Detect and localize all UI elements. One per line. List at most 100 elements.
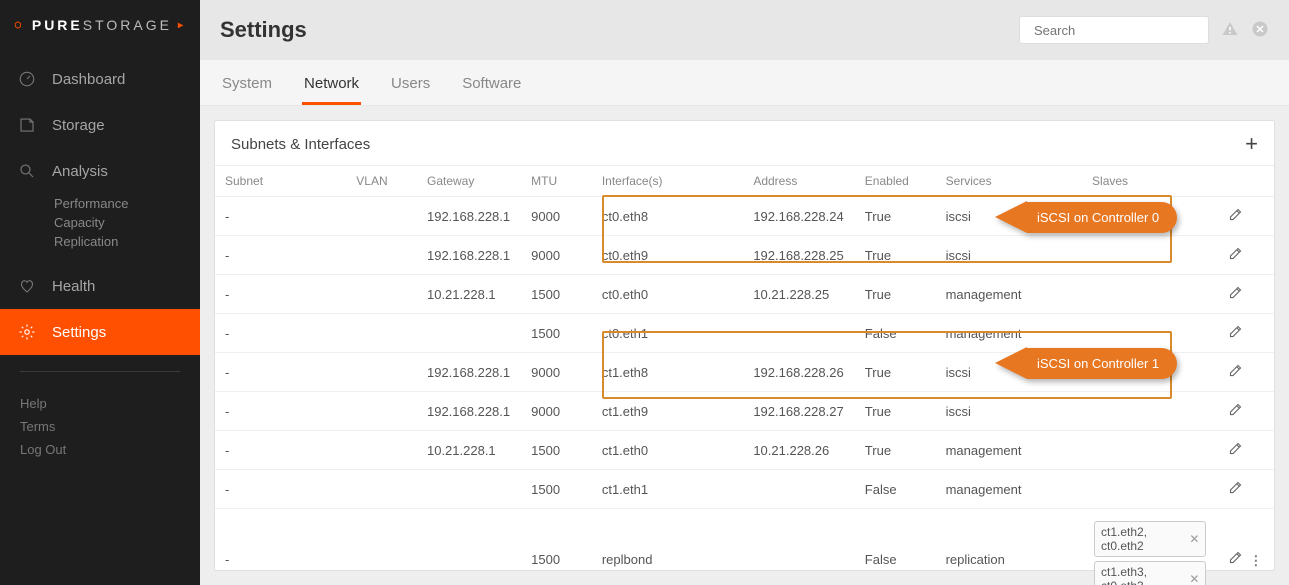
cell-address: 192.168.228.27 bbox=[743, 392, 854, 431]
brand-text-bold: PURE bbox=[32, 17, 83, 33]
cell-mtu: 1500 bbox=[521, 470, 592, 509]
cell-mtu: 9000 bbox=[521, 353, 592, 392]
cell-interface: ct0.eth8 bbox=[592, 197, 743, 236]
gear-icon bbox=[18, 323, 36, 341]
cell-slaves bbox=[1082, 392, 1218, 431]
table-row: -192.168.228.19000ct1.eth8192.168.228.26… bbox=[215, 353, 1274, 392]
cell-services: management bbox=[936, 314, 1082, 353]
search-graph-icon bbox=[18, 162, 36, 180]
cell-vlan bbox=[346, 509, 417, 585]
brand-caret-icon: ▸ bbox=[178, 20, 186, 31]
search-input[interactable] bbox=[1034, 23, 1210, 38]
nav-analysis-performance[interactable]: Performance bbox=[0, 194, 200, 213]
nav-analysis-replication[interactable]: Replication bbox=[0, 232, 200, 251]
col-mtu[interactable]: MTU bbox=[521, 166, 592, 197]
nav-analysis-capacity[interactable]: Capacity bbox=[0, 213, 200, 232]
nav-storage[interactable]: Storage bbox=[0, 102, 200, 148]
table-row: -192.168.228.19000ct1.eth9192.168.228.27… bbox=[215, 392, 1274, 431]
subnets-panel: Subnets & Interfaces + Subnet VLAN Gatew… bbox=[214, 120, 1275, 571]
cell-actions bbox=[1218, 470, 1274, 509]
nav-storage-label: Storage bbox=[52, 117, 105, 134]
cell-subnet: - bbox=[215, 275, 346, 314]
cell-vlan bbox=[346, 236, 417, 275]
cell-address: 192.168.228.25 bbox=[743, 236, 854, 275]
main: Settings System Network Users Software S… bbox=[200, 0, 1289, 585]
cell-gateway: 192.168.228.1 bbox=[417, 236, 521, 275]
cell-interface: replbond bbox=[592, 509, 743, 585]
col-services[interactable]: Services bbox=[936, 166, 1082, 197]
more-icon[interactable]: ⋮ bbox=[1249, 553, 1261, 568]
tab-users[interactable]: Users bbox=[389, 65, 432, 105]
add-button[interactable]: + bbox=[1245, 133, 1258, 155]
cell-slaves bbox=[1082, 275, 1218, 314]
edit-icon[interactable] bbox=[1228, 553, 1243, 568]
nav-analysis[interactable]: Analysis bbox=[0, 148, 200, 194]
cell-gateway bbox=[417, 470, 521, 509]
slave-chip[interactable]: ct1.eth3, ct0.eth3✕ bbox=[1094, 561, 1206, 585]
edit-icon[interactable] bbox=[1228, 249, 1243, 264]
panel-title: Subnets & Interfaces bbox=[231, 136, 370, 153]
cell-slaves bbox=[1082, 431, 1218, 470]
edit-icon[interactable] bbox=[1228, 210, 1243, 225]
footer-logout[interactable]: Log Out bbox=[20, 438, 180, 461]
storage-icon bbox=[18, 116, 36, 134]
alert-icon[interactable] bbox=[1221, 20, 1239, 41]
slave-chip[interactable]: ct1.eth2, ct0.eth2✕ bbox=[1094, 521, 1206, 557]
col-interfaces[interactable]: Interface(s) bbox=[592, 166, 743, 197]
cell-subnet: - bbox=[215, 314, 346, 353]
cell-gateway: 192.168.228.1 bbox=[417, 392, 521, 431]
cell-interface: ct1.eth1 bbox=[592, 470, 743, 509]
cell-interface: ct0.eth1 bbox=[592, 314, 743, 353]
cell-slaves bbox=[1082, 314, 1218, 353]
cell-services: management bbox=[936, 431, 1082, 470]
cell-enabled: True bbox=[855, 275, 936, 314]
topbar: Settings bbox=[200, 0, 1289, 60]
footer-terms[interactable]: Terms bbox=[20, 415, 180, 438]
chip-remove-icon[interactable]: ✕ bbox=[1189, 532, 1199, 546]
nav-divider bbox=[20, 371, 180, 372]
col-slaves[interactable]: Slaves bbox=[1082, 166, 1218, 197]
tab-software[interactable]: Software bbox=[460, 65, 523, 105]
edit-icon[interactable] bbox=[1228, 366, 1243, 381]
nav: Dashboard Storage Analysis Performance C… bbox=[0, 56, 200, 355]
cell-enabled: True bbox=[855, 197, 936, 236]
tab-system[interactable]: System bbox=[220, 65, 274, 105]
tab-network[interactable]: Network bbox=[302, 65, 361, 105]
edit-icon[interactable] bbox=[1228, 405, 1243, 420]
footer-help[interactable]: Help bbox=[20, 392, 180, 415]
edit-icon[interactable] bbox=[1228, 288, 1243, 303]
col-vlan[interactable]: VLAN bbox=[346, 166, 417, 197]
nav-analysis-label: Analysis bbox=[52, 163, 108, 180]
nav-settings[interactable]: Settings bbox=[0, 309, 200, 355]
cell-mtu: 1500 bbox=[521, 314, 592, 353]
cell-subnet: - bbox=[215, 509, 346, 585]
tabs: System Network Users Software bbox=[200, 60, 1289, 106]
edit-icon[interactable] bbox=[1228, 483, 1243, 498]
table-row: -1500ct0.eth1Falsemanagement bbox=[215, 314, 1274, 353]
cell-address bbox=[743, 509, 854, 585]
col-enabled[interactable]: Enabled bbox=[855, 166, 936, 197]
nav-dashboard[interactable]: Dashboard bbox=[0, 56, 200, 102]
col-gateway[interactable]: Gateway bbox=[417, 166, 521, 197]
cell-vlan bbox=[346, 197, 417, 236]
cell-actions bbox=[1218, 431, 1274, 470]
nav-health[interactable]: Health bbox=[0, 263, 200, 309]
interfaces-table: Subnet VLAN Gateway MTU Interface(s) Add… bbox=[215, 165, 1274, 585]
close-icon[interactable] bbox=[1251, 20, 1269, 41]
nav-footer: Help Terms Log Out bbox=[0, 388, 200, 465]
brand-logo: PURESTORAGE ▸ bbox=[0, 0, 200, 50]
cell-enabled: True bbox=[855, 392, 936, 431]
cell-actions: ⋮ bbox=[1218, 509, 1274, 585]
cell-mtu: 9000 bbox=[521, 197, 592, 236]
edit-icon[interactable] bbox=[1228, 444, 1243, 459]
col-address[interactable]: Address bbox=[743, 166, 854, 197]
search-box[interactable] bbox=[1019, 16, 1209, 44]
cell-vlan bbox=[346, 431, 417, 470]
table-row: -192.168.228.19000ct0.eth8192.168.228.24… bbox=[215, 197, 1274, 236]
chip-remove-icon[interactable]: ✕ bbox=[1189, 572, 1199, 585]
col-subnet[interactable]: Subnet bbox=[215, 166, 346, 197]
cell-interface: ct0.eth9 bbox=[592, 236, 743, 275]
cell-services: iscsi bbox=[936, 236, 1082, 275]
edit-icon[interactable] bbox=[1228, 327, 1243, 342]
cell-enabled: True bbox=[855, 353, 936, 392]
